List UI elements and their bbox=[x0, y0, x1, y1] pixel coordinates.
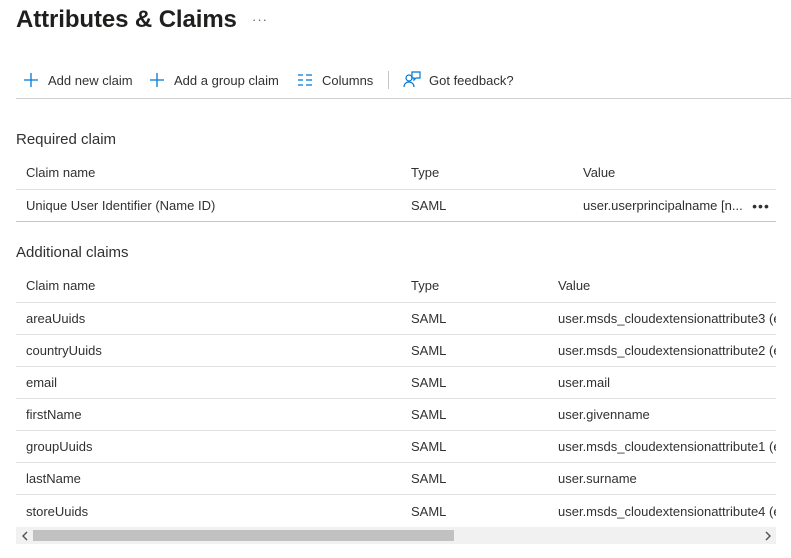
toolbar-divider bbox=[388, 71, 389, 89]
scroll-right-icon[interactable] bbox=[759, 527, 776, 544]
claim-name: areaUuids bbox=[26, 311, 86, 326]
required-claim-heading: Required claim bbox=[16, 131, 117, 148]
horizontal-scrollbar[interactable] bbox=[16, 527, 776, 544]
column-header-value[interactable]: Value bbox=[558, 269, 776, 302]
add-group-claim-button[interactable]: Add a group claim bbox=[148, 68, 279, 92]
column-header-type[interactable]: Type bbox=[411, 269, 551, 302]
claim-type: SAML bbox=[411, 375, 447, 390]
claim-value: user.msds_cloudextensionattribute1 (e bbox=[558, 439, 776, 454]
scrollbar-thumb[interactable] bbox=[33, 530, 454, 541]
feedback-label: Got feedback? bbox=[429, 72, 514, 88]
add-group-claim-label: Add a group claim bbox=[174, 72, 279, 88]
additional-claims-heading: Additional claims bbox=[16, 244, 129, 261]
claim-type: SAML bbox=[411, 439, 447, 454]
column-header-type[interactable]: Type bbox=[411, 156, 571, 189]
table-header: Claim name Type Value bbox=[16, 156, 776, 190]
table-row[interactable]: areaUuids SAML user.msds_cloudextensiona… bbox=[16, 303, 776, 335]
claim-name: groupUuids bbox=[26, 439, 93, 454]
claim-type: SAML bbox=[411, 198, 447, 213]
column-header-claim-name[interactable]: Claim name bbox=[26, 156, 406, 189]
row-more-icon[interactable]: ••• bbox=[746, 190, 776, 221]
claim-value: user.msds_cloudextensionattribute4 (e bbox=[558, 503, 776, 519]
table-row[interactable]: firstName SAML user.givenname bbox=[16, 399, 776, 431]
column-header-value[interactable]: Value bbox=[583, 156, 743, 189]
claim-type: SAML bbox=[411, 311, 447, 326]
page-title: Attributes & Claims bbox=[16, 6, 237, 33]
plus-icon bbox=[148, 71, 166, 89]
more-options-icon[interactable]: ··· bbox=[252, 12, 268, 27]
claim-name: lastName bbox=[26, 471, 81, 486]
column-header-claim-name[interactable]: Claim name bbox=[26, 269, 406, 302]
claim-value: user.msds_cloudextensionattribute3 (e bbox=[558, 311, 776, 326]
add-new-claim-label: Add new claim bbox=[48, 72, 133, 88]
columns-icon bbox=[296, 71, 314, 89]
scroll-left-icon[interactable] bbox=[16, 527, 33, 544]
claim-value: user.surname bbox=[558, 471, 637, 486]
table-row[interactable]: storeUuids SAML user.msds_cloudextension… bbox=[16, 495, 776, 527]
claim-type: SAML bbox=[411, 343, 447, 358]
command-bar: Add new claim Add a group claim Columns … bbox=[16, 62, 791, 99]
claim-value: user.mail bbox=[558, 375, 611, 390]
table-row[interactable]: countryUuids SAML user.msds_cloudextensi… bbox=[16, 335, 776, 367]
claim-type: SAML bbox=[411, 407, 447, 422]
columns-label: Columns bbox=[322, 72, 374, 88]
claim-name: email bbox=[26, 375, 58, 390]
claim-value: user.userprincipalname [n... bbox=[583, 198, 743, 213]
claim-name: countryUuids bbox=[26, 343, 102, 358]
table-row[interactable]: groupUuids SAML user.msds_cloudextension… bbox=[16, 431, 776, 463]
plus-icon bbox=[22, 71, 40, 89]
claim-name: firstName bbox=[26, 407, 82, 422]
claim-value: user.msds_cloudextensionattribute2 (e bbox=[558, 343, 776, 358]
columns-button[interactable]: Columns bbox=[296, 68, 373, 92]
additional-claims-table: Claim name Type Value areaUuids SAML use… bbox=[16, 269, 776, 527]
required-claim-table: Claim name Type Value Unique User Identi… bbox=[16, 156, 776, 222]
feedback-icon bbox=[403, 71, 421, 89]
claim-name: storeUuids bbox=[26, 503, 89, 519]
claim-value: user.givenname bbox=[558, 407, 650, 422]
table-row[interactable]: email SAML user.mail bbox=[16, 367, 776, 399]
table-header: Claim name Type Value bbox=[16, 269, 776, 303]
claim-type: SAML bbox=[411, 471, 447, 486]
table-row[interactable]: Unique User Identifier (Name ID) SAML us… bbox=[16, 190, 776, 222]
add-new-claim-button[interactable]: Add new claim bbox=[22, 68, 133, 92]
feedback-button[interactable]: Got feedback? bbox=[403, 68, 514, 92]
table-row[interactable]: lastName SAML user.surname bbox=[16, 463, 776, 495]
claim-type: SAML bbox=[411, 503, 447, 519]
claim-name: Unique User Identifier (Name ID) bbox=[26, 198, 216, 213]
